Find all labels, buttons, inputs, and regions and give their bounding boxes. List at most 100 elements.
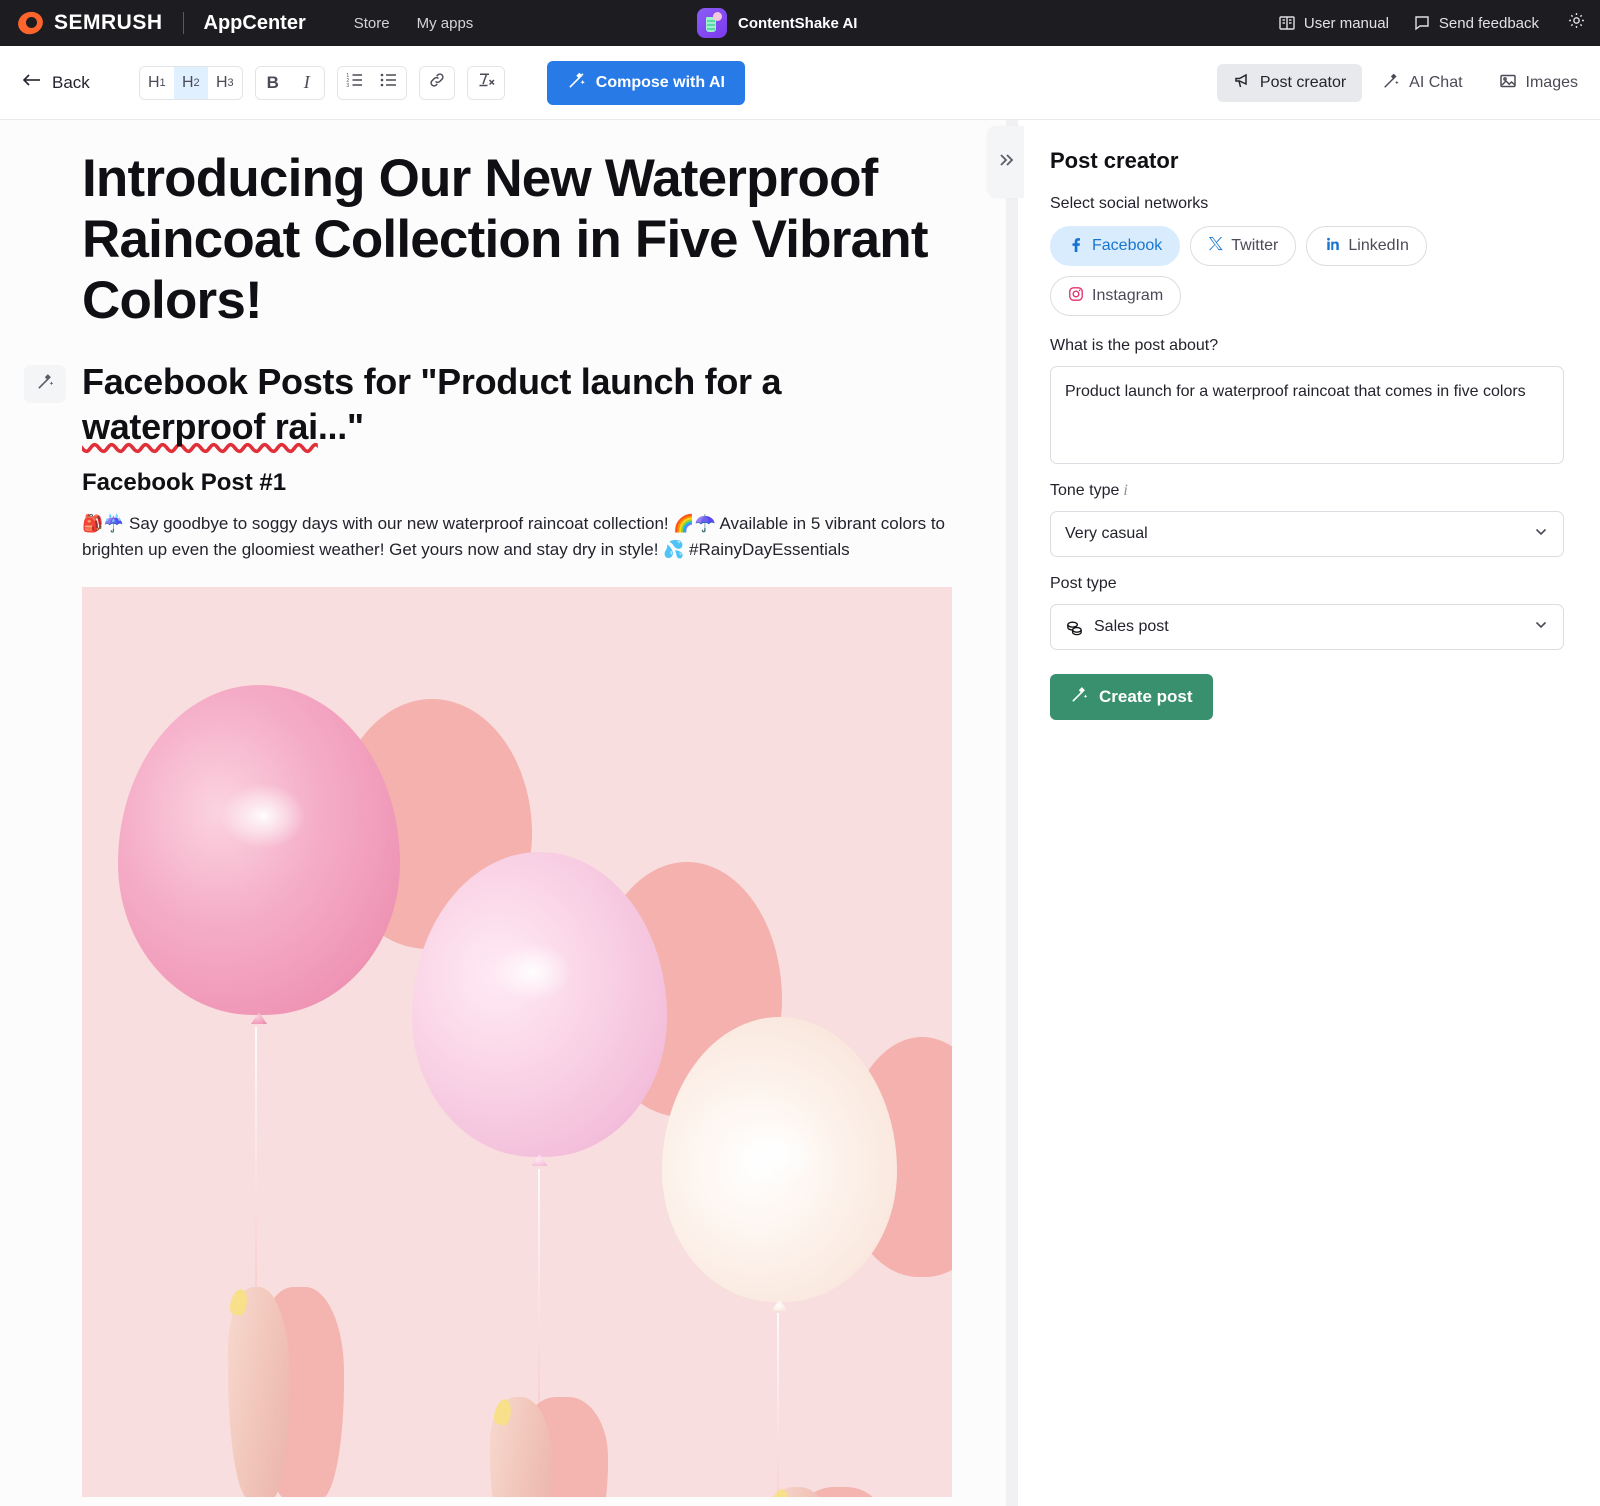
app-title: ContentShake AI: [738, 14, 858, 32]
settings-button[interactable]: [1563, 11, 1586, 35]
semrush-logo-icon: [15, 8, 46, 38]
back-label: Back: [52, 72, 90, 92]
post-type-select[interactable]: Sales post: [1050, 604, 1564, 650]
facebook-icon: [1068, 236, 1084, 257]
h2-label: H: [181, 73, 194, 91]
brand-name: SEMRUSH: [54, 11, 163, 34]
hand-left: [228, 1287, 290, 1497]
coins-icon: [1065, 618, 1084, 637]
list-group: 1 2 3: [336, 65, 407, 100]
brand-area[interactable]: SEMRUSH AppCenter: [15, 8, 306, 38]
tab-images-label: Images: [1525, 74, 1578, 91]
tone-type-label-text: Tone type: [1050, 482, 1120, 499]
tab-post-creator-label: Post creator: [1259, 74, 1347, 91]
twitter-x-icon: [1208, 236, 1223, 256]
nav-link-store[interactable]: Store: [354, 15, 390, 32]
h1-sub: 1: [159, 76, 166, 89]
post-type-value: Sales post: [1094, 618, 1169, 635]
ordered-list-icon: 1 2 3: [346, 72, 364, 93]
panel-title: Post creator: [1050, 148, 1179, 173]
document-title[interactable]: Introducing Our New Waterproof Raincoat …: [82, 148, 956, 331]
heading-button-group: H1 H2 H3: [138, 65, 243, 100]
tab-post-creator[interactable]: Post creator: [1216, 64, 1363, 102]
app-title-area: ContentShake AI: [697, 0, 857, 46]
compose-with-ai-button[interactable]: Compose with AI: [546, 60, 745, 105]
panel-divider: [988, 120, 1024, 1506]
create-post-label: Create post: [1099, 687, 1193, 706]
document-editor[interactable]: Introducing Our New Waterproof Raincoat …: [0, 120, 1006, 1506]
nav-links: Store My apps: [354, 15, 474, 32]
post-creator-panel: Post creator Select social networks Face…: [1018, 120, 1600, 1506]
contentshake-app-icon: [697, 8, 727, 38]
send-feedback-button[interactable]: Send feedback: [1413, 14, 1539, 32]
magic-wand-icon: [1382, 72, 1400, 95]
gear-icon: [1567, 11, 1586, 35]
top-navigation-bar: SEMRUSH AppCenter Store My apps ContentS…: [0, 0, 1600, 46]
compose-label: Compose with AI: [595, 73, 725, 91]
h2-sub: 2: [193, 76, 200, 89]
tab-ai-chat[interactable]: AI Chat: [1366, 64, 1478, 102]
document-heading-3[interactable]: Facebook Post #1: [82, 469, 956, 497]
insert-link-button[interactable]: [419, 66, 454, 99]
select-networks-label: Select social networks: [1050, 195, 1209, 212]
tone-type-select[interactable]: Very casual: [1050, 511, 1564, 557]
back-button[interactable]: Back: [22, 72, 90, 93]
chip-twitter-label: Twitter: [1231, 237, 1279, 254]
panel-tabs: Post creator AI Chat Images: [1216, 46, 1594, 120]
user-manual-button[interactable]: User manual: [1278, 14, 1389, 32]
comment-icon: [1413, 14, 1431, 32]
h2-prefix: Facebook Posts for "Product launch for a: [82, 361, 782, 402]
link-icon: [428, 71, 446, 94]
chip-linkedin[interactable]: LinkedIn: [1306, 226, 1427, 266]
italic-button[interactable]: I: [289, 66, 324, 99]
instagram-icon: [1068, 286, 1084, 307]
bulleted-list-button[interactable]: [371, 66, 406, 99]
link-group: [418, 65, 455, 100]
tab-ai-chat-label: AI Chat: [1409, 74, 1463, 91]
chip-twitter[interactable]: Twitter: [1190, 226, 1297, 266]
heading-block: Facebook Posts for "Product launch for a…: [24, 359, 956, 449]
create-post-button[interactable]: Create post: [1050, 674, 1213, 720]
nav-link-my-apps[interactable]: My apps: [417, 15, 474, 32]
magic-wand-icon: [1070, 685, 1089, 709]
book-icon: [1278, 14, 1296, 32]
nav-right-area: User manual Send feedback: [1278, 0, 1586, 46]
chip-linkedin-label: LinkedIn: [1348, 237, 1409, 254]
brand-separator: [182, 12, 184, 34]
heading-3-button[interactable]: H3: [207, 66, 242, 99]
bulleted-list-icon: [380, 72, 398, 93]
magic-wand-icon: [36, 372, 55, 396]
tone-type-value: Very casual: [1065, 525, 1148, 542]
ai-assist-handle-button[interactable]: [24, 365, 66, 403]
send-feedback-label: Send feedback: [1438, 14, 1539, 32]
user-manual-label: User manual: [1303, 14, 1389, 32]
h2-misspelled-text: waterproof rai: [82, 406, 318, 447]
collapse-panel-button[interactable]: [988, 126, 1024, 198]
h3-label: H: [215, 73, 228, 91]
h3-sub: 3: [227, 76, 234, 89]
clear-formatting-button[interactable]: [467, 66, 504, 99]
document-image-balloons[interactable]: [82, 587, 952, 1497]
clear-formatting-icon: [476, 71, 496, 94]
heading-1-button[interactable]: H1: [139, 66, 174, 99]
heading-2-button[interactable]: H2: [173, 66, 208, 99]
brand-appcenter-label: AppCenter: [203, 11, 306, 34]
image-icon: [1499, 72, 1517, 95]
h1-label: H: [147, 73, 160, 91]
document-paragraph[interactable]: 🎒☔ Say goodbye to soggy days with our ne…: [82, 511, 952, 563]
tab-images[interactable]: Images: [1483, 64, 1594, 102]
post-about-input[interactable]: Product launch for a waterproof raincoat…: [1050, 366, 1564, 464]
chip-facebook[interactable]: Facebook: [1050, 226, 1181, 266]
editor-toolbar: Back H1 H2 H3 B I 1 2 3 Compose with AI …: [0, 46, 1600, 120]
ordered-list-button[interactable]: 1 2 3: [337, 66, 372, 99]
balloon-pink: [118, 685, 400, 1015]
arrow-left-icon: [22, 72, 42, 93]
chip-instagram[interactable]: Instagram: [1050, 276, 1182, 316]
bold-button[interactable]: B: [255, 66, 290, 99]
svg-text:3: 3: [346, 83, 349, 88]
chevron-double-right-icon: [997, 151, 1015, 174]
text-style-group: B I: [254, 65, 325, 100]
info-icon[interactable]: i: [1123, 482, 1127, 500]
workspace: Introducing Our New Waterproof Raincoat …: [0, 120, 1600, 1506]
document-heading-2[interactable]: Facebook Posts for "Product launch for a…: [82, 359, 912, 449]
